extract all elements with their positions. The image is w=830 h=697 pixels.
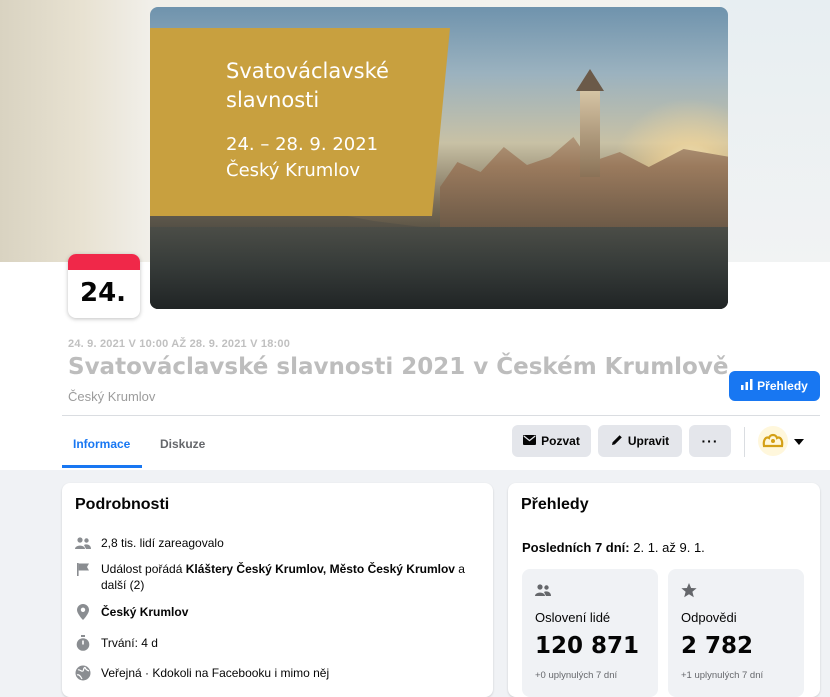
insights-title: Přehledy [521, 496, 589, 513]
insights-period: Posledních 7 dní: 2. 1. až 9. 1. [522, 540, 705, 555]
event-title: Svatováclavské slavnosti 2021 v Českém K… [68, 354, 729, 380]
castle-tower [580, 87, 600, 177]
reach-value: 120 871 [535, 633, 640, 659]
flag-icon [75, 561, 91, 577]
event-location[interactable]: Český Krumlov [68, 389, 155, 404]
cover-backdrop-right [720, 0, 830, 262]
location-pin-icon [75, 604, 91, 620]
star-icon [681, 583, 697, 603]
details-organizer: Událost pořádá Kláštery Český Krumlov, M… [101, 561, 485, 593]
reach-stat-box[interactable]: Oslovení lidé 120 871 +0 uplynulých 7 dn… [522, 569, 658, 697]
details-reactions: 2,8 tis. lidí zareagovalo [101, 536, 224, 550]
edit-button-label: Upravit [627, 434, 670, 448]
cover-place: Český Krumlov [226, 160, 360, 181]
details-privacy: Veřejná · Kdokoli na Facebooku i mimo ně… [101, 666, 330, 680]
invite-button[interactable]: Pozvat [512, 425, 591, 457]
people-icon [75, 535, 91, 551]
edit-button[interactable]: Upravit [598, 425, 682, 457]
details-duration-row: Trvání: 4 d [75, 635, 485, 651]
responses-stat-box[interactable]: Odpovědi 2 782 +1 uplynulých 7 dní [668, 569, 804, 697]
calendar-band [68, 254, 140, 270]
tab-information[interactable]: Informace [73, 437, 130, 451]
more-options-button[interactable]: ··· [689, 425, 731, 457]
insights-button-label: Přehledy [757, 379, 808, 393]
envelope-icon [523, 434, 537, 448]
insights-period-range: 2. 1. až 9. 1. [629, 540, 705, 555]
organizer-prefix: Událost pořádá [101, 562, 186, 576]
insights-card: Přehledy Posledních 7 dní: 2. 1. až 9. 1… [508, 483, 820, 697]
details-card: Podrobnosti 2,8 tis. lidí zareagovalo Ud… [62, 483, 493, 697]
details-reactions-row: 2,8 tis. lidí zareagovalo [75, 535, 485, 551]
event-header: Svatováclavské slavnosti 24. – 28. 9. 20… [0, 0, 830, 470]
calendar-date-badge: 24. [68, 254, 140, 318]
active-tab-indicator [62, 465, 142, 468]
responses-value: 2 782 [681, 633, 754, 659]
action-separator [744, 427, 745, 457]
insights-button[interactable]: Přehledy [729, 371, 820, 401]
pencil-icon [611, 434, 623, 449]
insights-period-label: Posledních 7 dní: [522, 540, 630, 555]
reach-change: +0 uplynulých 7 dní [535, 670, 618, 681]
caret-down-icon [794, 432, 804, 450]
cover-dates: 24. – 28. 9. 2021 [226, 134, 379, 155]
responses-label: Odpovědi [681, 610, 737, 625]
reach-label: Oslovení lidé [535, 610, 611, 625]
bar-chart-icon [741, 379, 753, 393]
details-location-row: Český Krumlov [75, 604, 485, 620]
castle-tower-roof [576, 69, 604, 91]
stopwatch-icon [75, 635, 91, 651]
details-duration: Trvání: 4 d [101, 636, 158, 650]
event-datetime: 24. 9. 2021 V 10:00 AŽ 28. 9. 2021 V 18:… [68, 338, 291, 350]
header-divider [62, 415, 820, 416]
river-water [150, 227, 728, 309]
invite-button-label: Pozvat [541, 434, 580, 448]
details-location[interactable]: Český Krumlov [101, 604, 188, 620]
details-title: Podrobnosti [75, 496, 170, 513]
globe-icon [75, 665, 91, 681]
people-icon [535, 583, 551, 601]
crown-logo-icon [758, 426, 788, 456]
cover-title: Svatováclavské slavnosti [226, 59, 389, 112]
organizer-names[interactable]: Kláštery Český Krumlov, Město Český Krum… [186, 562, 455, 576]
responses-change: +1 uplynulých 7 dní [681, 670, 764, 681]
calendar-day: 24. [80, 278, 127, 308]
page-profile-switcher[interactable] [758, 425, 810, 457]
details-organizer-row: Událost pořádá Kláštery Český Krumlov, M… [75, 561, 485, 593]
tab-discussion[interactable]: Diskuze [160, 437, 205, 451]
details-privacy-row: Veřejná · Kdokoli na Facebooku i mimo ně… [75, 665, 485, 681]
more-icon: ··· [701, 433, 719, 449]
